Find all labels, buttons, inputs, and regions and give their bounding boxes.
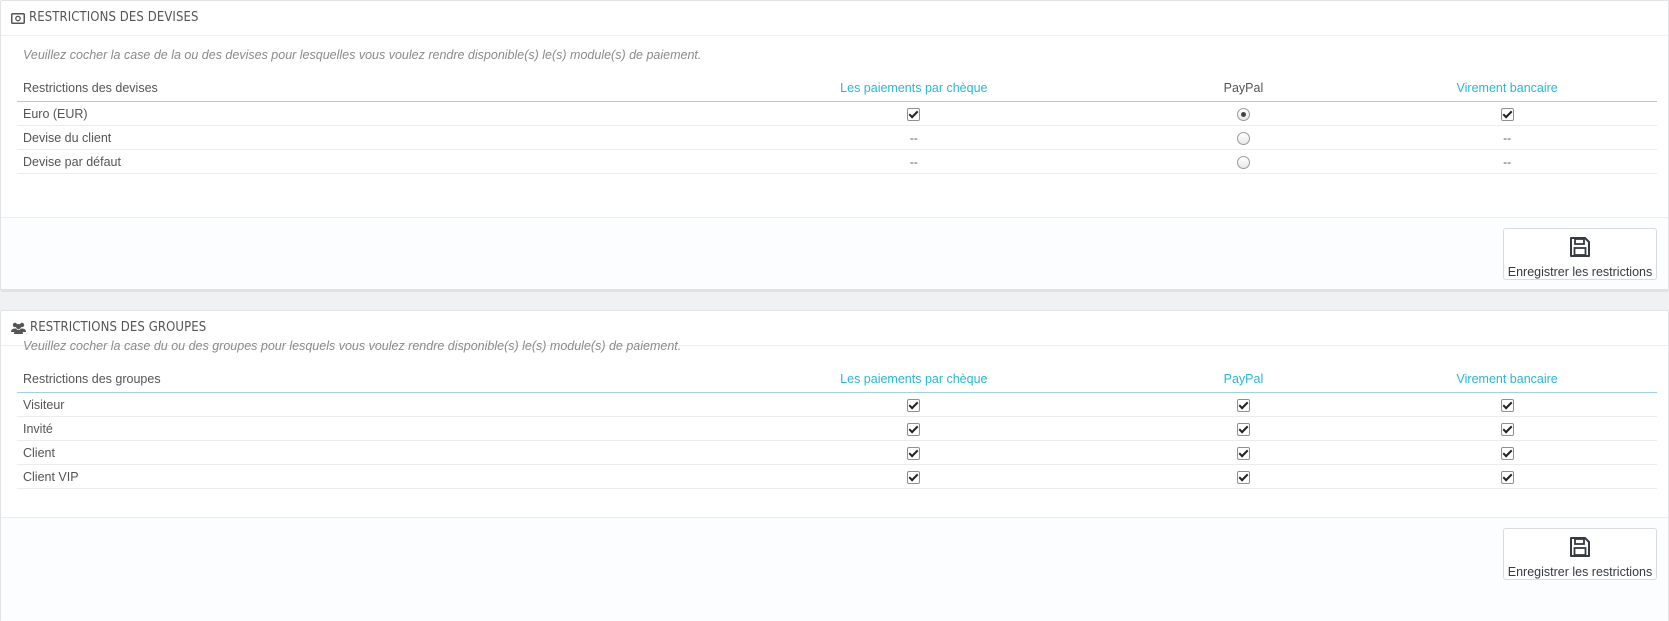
column-header-virement[interactable]: Virement bancaire [1357, 366, 1657, 393]
column-header-cheque[interactable]: Les paiements par chèque [698, 366, 1130, 393]
virement-checkbox[interactable] [1500, 446, 1514, 460]
table-row: Devise par défaut -- -- [17, 149, 1657, 174]
virement-unavailable: -- [1503, 154, 1512, 169]
currency-restrictions-panel: RESTRICTIONS DES DEVISES Veuillez cocher… [0, 0, 1669, 290]
users-icon [11, 322, 26, 334]
cheque-checkbox[interactable] [907, 422, 921, 436]
virement-checkbox[interactable] [1500, 398, 1514, 412]
group-restrictions-table: Restrictions des groupes Les paiements p… [17, 366, 1657, 489]
virement-checkbox[interactable] [1500, 107, 1514, 121]
column-header-restrictions: Restrictions des devises [17, 75, 699, 102]
cheque-checkbox[interactable] [907, 107, 921, 121]
table-header-row: Restrictions des devises Les paiements p… [17, 75, 1657, 102]
column-header-virement[interactable]: Virement bancaire [1357, 75, 1657, 102]
paypal-checkbox[interactable] [1236, 398, 1250, 412]
virement-checkbox[interactable] [1500, 422, 1514, 436]
cheque-unavailable: -- [909, 154, 918, 169]
group-panel-footer: Enregistrer les restrictions [1, 517, 1668, 621]
save-group-restrictions-button[interactable]: Enregistrer les restrictions [1503, 528, 1657, 580]
column-header-paypal[interactable]: PayPal [1129, 366, 1358, 393]
paypal-checkbox[interactable] [1236, 470, 1250, 484]
column-header-restrictions: Restrictions des groupes [17, 366, 699, 393]
row-label: Client VIP [17, 464, 699, 489]
table-row: Visiteur [17, 392, 1657, 417]
save-button-label: Enregistrer les restrictions [1507, 265, 1653, 279]
cheque-checkbox[interactable] [907, 470, 921, 484]
cheque-checkbox[interactable] [907, 398, 921, 412]
row-label: Euro (EUR) [17, 101, 699, 126]
column-header-cheque[interactable]: Les paiements par chèque [698, 75, 1130, 102]
cheque-checkbox[interactable] [907, 446, 921, 460]
row-label: Client [17, 440, 699, 465]
table-row: Devise du client -- -- [17, 125, 1657, 150]
row-label: Visiteur [17, 392, 699, 417]
row-label: Devise du client [17, 125, 699, 150]
paypal-checkbox[interactable] [1236, 422, 1250, 436]
currency-panel-title: RESTRICTIONS DES DEVISES [29, 10, 199, 25]
table-row: Client [17, 440, 1657, 465]
virement-checkbox[interactable] [1500, 470, 1514, 484]
row-label: Devise par défaut [17, 149, 699, 174]
cheque-unavailable: -- [909, 130, 918, 145]
save-currency-restrictions-button[interactable]: Enregistrer les restrictions [1503, 228, 1657, 280]
money-icon [11, 12, 25, 24]
currency-restrictions-table: Restrictions des devises Les paiements p… [17, 75, 1657, 174]
currency-panel-heading: RESTRICTIONS DES DEVISES [1, 1, 1668, 36]
save-button-label: Enregistrer les restrictions [1507, 565, 1653, 579]
column-header-paypal: PayPal [1129, 75, 1358, 102]
group-panel-description: Veuillez cocher la case du ou des groupe… [23, 339, 682, 353]
paypal-radio[interactable] [1236, 131, 1250, 145]
table-row: Euro (EUR) [17, 101, 1657, 126]
row-label: Invité [17, 416, 699, 441]
currency-panel-description: Veuillez cocher la case de la ou des dev… [23, 48, 702, 62]
paypal-checkbox[interactable] [1236, 446, 1250, 460]
save-icon [1569, 536, 1591, 561]
save-icon [1569, 236, 1591, 261]
paypal-radio[interactable] [1236, 155, 1250, 169]
table-row: Invité [17, 416, 1657, 441]
group-restrictions-panel: RESTRICTIONS DES GROUPES Veuillez cocher… [0, 310, 1669, 621]
paypal-radio[interactable] [1236, 107, 1250, 121]
table-row: Client VIP [17, 464, 1657, 489]
table-header-row: Restrictions des groupes Les paiements p… [17, 366, 1657, 393]
currency-panel-footer: Enregistrer les restrictions [1, 217, 1668, 289]
virement-unavailable: -- [1503, 130, 1512, 145]
